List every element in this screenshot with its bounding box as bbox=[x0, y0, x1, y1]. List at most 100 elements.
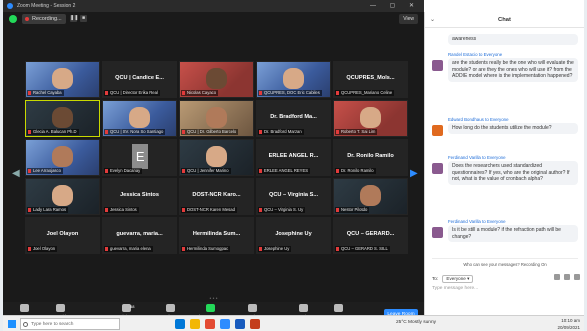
avatar bbox=[432, 125, 443, 136]
avatar: E bbox=[132, 143, 149, 169]
participant-name: Dr. Bradford Ma... bbox=[270, 114, 317, 121]
participant-face bbox=[206, 146, 227, 167]
participant-name: Joel Olayon bbox=[46, 231, 79, 238]
windows-taskbar: Type here to search 25°C Mostly sunny 10… bbox=[3, 315, 584, 331]
participant-face bbox=[360, 185, 381, 206]
message-sender: Ferdinand Varilla to Everyone bbox=[448, 155, 506, 160]
chat-visibility-info[interactable]: Who can see your messages? Recording On bbox=[432, 262, 578, 267]
participant-tile[interactable]: QCU | SV. Nora So Santiago bbox=[102, 100, 177, 137]
participant-label: QCU | Jennifer Marino bbox=[181, 168, 231, 174]
participant-tile[interactable]: DOST-NCR Karo... DOST-NCR Karen Mesad bbox=[179, 178, 254, 215]
participant-face bbox=[52, 107, 73, 128]
participant-name: QCU | Candice E... bbox=[115, 75, 164, 82]
recipient-select[interactable]: Everyone ▾ bbox=[442, 275, 474, 283]
participant-face bbox=[52, 68, 73, 89]
avatar bbox=[432, 227, 443, 238]
stop-recording-icon[interactable]: ■ bbox=[80, 15, 87, 22]
participant-label: Dr. Ronilo Ramilo bbox=[335, 168, 376, 174]
chat-panel: ⌄ Chat awareness Randel Estacio to Every… bbox=[424, 12, 584, 315]
security-shield-icon[interactable] bbox=[9, 15, 17, 23]
participant-tile[interactable]: guevarra, maria... guevarra, maria elena bbox=[102, 217, 177, 254]
participant-tile[interactable]: Rachel Cayaba bbox=[25, 61, 100, 98]
participant-face bbox=[52, 185, 73, 206]
chat-message: Randel Estacio to Everyone are the stude… bbox=[432, 52, 578, 82]
zoom-app-icon[interactable] bbox=[220, 319, 230, 329]
participant-label: DOST-NCR Karen Mesad bbox=[181, 207, 237, 213]
participant-name: QCU – Virginia S... bbox=[268, 192, 318, 199]
meeting-topbar: Recording... ❚❚ ■ View bbox=[3, 12, 424, 26]
participant-label: Dr. Bradford Marzan bbox=[258, 129, 304, 135]
participant-tile[interactable]: ERLEE ANGEL R... ERLEE ANGEL REYES bbox=[256, 139, 331, 176]
windows-start-icon[interactable] bbox=[8, 320, 16, 328]
participant-name: QCUPRES_Mols... bbox=[346, 75, 395, 82]
weather-widget[interactable]: 25°C Mostly sunny bbox=[396, 320, 436, 325]
zoom-titlebar: Zoom Meeting - Session 2 — ▢ ✕ bbox=[3, 0, 424, 12]
chrome-icon[interactable] bbox=[205, 319, 215, 329]
avatar bbox=[432, 163, 443, 174]
participant-label: QCUPRES, DOC Eric Cabiles bbox=[258, 90, 322, 96]
participant-tile[interactable]: Josephine Uy Josephine Uy bbox=[256, 217, 331, 254]
next-page-icon[interactable]: ▶ bbox=[410, 168, 418, 179]
prev-page-icon[interactable]: ◀ bbox=[12, 168, 20, 179]
participant-tile[interactable]: Dr. Ronilo Ramilo Dr. Ronilo Ramilo bbox=[333, 139, 408, 176]
participant-tile[interactable]: Jessica Sintos Jessica Sintos bbox=[102, 178, 177, 215]
file-icon[interactable] bbox=[554, 274, 560, 280]
pause-recording-icon[interactable]: ❚❚ bbox=[70, 15, 78, 22]
participant-tile[interactable]: Lee Arraojasco bbox=[25, 139, 100, 176]
participant-tile[interactable]: Glecia A. Balucan Ph.D bbox=[25, 100, 100, 137]
participant-name: QCU – GERARD... bbox=[346, 231, 395, 238]
microphone-icon bbox=[19, 304, 29, 312]
participant-tile[interactable]: QCU | Dr. Gilberto Barcelo bbox=[179, 100, 254, 137]
participant-label: Lady Lara Ramos bbox=[27, 207, 69, 213]
chat-message: Ferdinand Varilla to Everyone Does the r… bbox=[432, 155, 578, 185]
participant-label: QCU | Director Erika Real bbox=[104, 90, 160, 96]
participant-tile[interactable]: QCUPRES_Mols... QCUPRES_Mariano Celine bbox=[333, 61, 408, 98]
view-button[interactable]: View bbox=[399, 14, 418, 24]
participant-label: QCUPRES_Mariano Celine bbox=[335, 90, 395, 96]
window-controls[interactable]: — ▢ ✕ bbox=[370, 0, 420, 12]
participant-tile[interactable]: Dr. Bradford Ma... Dr. Bradford Marzan bbox=[256, 100, 331, 137]
message-sender: Randel Estacio to Everyone bbox=[448, 52, 503, 57]
participant-name: guevarra, maria... bbox=[116, 231, 163, 238]
file-explorer-icon[interactable] bbox=[190, 319, 200, 329]
participant-label: guevarra, maria elena bbox=[104, 246, 153, 252]
participant-tile[interactable]: Nicolas Cayaco bbox=[179, 61, 254, 98]
participant-tile[interactable]: Roberto T. Sai Lim bbox=[333, 100, 408, 137]
participant-label: QCU – GERARD S. SILL bbox=[335, 246, 390, 252]
minimize-chat-icon[interactable]: ⌄ bbox=[430, 12, 435, 28]
participant-name: Jessica Sintos bbox=[120, 192, 159, 199]
search-icon bbox=[23, 322, 28, 327]
participant-tile[interactable]: QCUPRES, DOC Eric Cabiles bbox=[256, 61, 331, 98]
emoji-icon[interactable] bbox=[564, 274, 570, 280]
participant-tile[interactable]: Joel Olayon Joel Olayon bbox=[25, 217, 100, 254]
chat-message: Ferdinand Varilla to Everyone Is it be s… bbox=[432, 219, 578, 243]
participant-label: Evelyn Dacanay bbox=[104, 168, 143, 174]
participant-face bbox=[129, 107, 150, 128]
participant-tile[interactable]: QCU | Candice E... QCU | Director Erika R… bbox=[102, 61, 177, 98]
participant-label: Roberto T. Sai Lim bbox=[335, 129, 378, 135]
participant-tile[interactable]: QCU – GERARD... QCU – GERARD S. SILL bbox=[333, 217, 408, 254]
more-options-icon[interactable] bbox=[574, 274, 580, 280]
participant-tile[interactable]: E Evelyn Dacanay bbox=[102, 139, 177, 176]
participant-label: Hermilinda Sumogpac bbox=[181, 246, 231, 252]
window-title: Zoom Meeting - Session 2 bbox=[17, 3, 76, 9]
chat-input[interactable]: Type message here... bbox=[432, 286, 578, 298]
smiley-icon bbox=[298, 304, 308, 312]
zoom-logo-icon bbox=[7, 3, 13, 9]
participant-tile[interactable]: Nestor Pilotdo bbox=[333, 178, 408, 215]
word-icon[interactable] bbox=[235, 319, 245, 329]
powerpoint-icon[interactable] bbox=[250, 319, 260, 329]
participant-tile[interactable]: QCU | Jennifer Marino bbox=[179, 139, 254, 176]
taskbar-search[interactable]: Type here to search bbox=[20, 318, 120, 330]
edge-icon[interactable] bbox=[175, 319, 185, 329]
share-screen-icon bbox=[205, 304, 215, 312]
system-clock[interactable]: 10:10 am 20/09/2021 bbox=[557, 317, 580, 331]
participant-name: ERLEE ANGEL R... bbox=[268, 153, 319, 160]
participant-label: Josephine Uy bbox=[258, 246, 292, 252]
participant-tile[interactable]: Lady Lara Ramos bbox=[25, 178, 100, 215]
participant-label: Glecia A. Balucan Ph.D bbox=[27, 129, 79, 135]
participant-tile[interactable]: QCU – Virginia S... QCU – Virginia S. Uy bbox=[256, 178, 331, 215]
screen: Zoom Meeting - Session 2 — ▢ ✕ Recording… bbox=[3, 0, 584, 331]
message-sender: Ferdinand Varilla to Everyone bbox=[448, 219, 506, 224]
participant-tile[interactable]: Hermilinda Sum... Hermilinda Sumogpac bbox=[179, 217, 254, 254]
